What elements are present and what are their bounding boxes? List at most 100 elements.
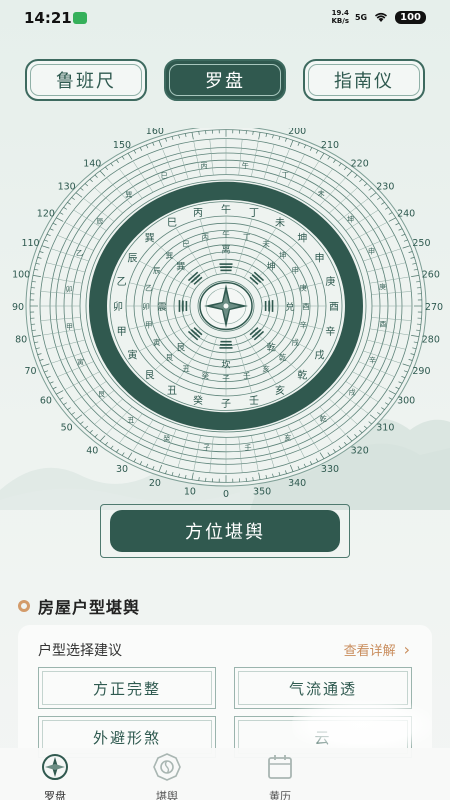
compass-tick [31,281,36,283]
degree-label: 290 [412,366,430,377]
mountain-label: 戌 [315,349,325,362]
middle-mountain-label: 庚 [300,282,308,292]
tool-tabs: 鲁班尺 罗盘 指南仪 [0,56,450,106]
mountain-label: 寅 [127,349,137,362]
middle-mountain-label: 寅 [153,337,161,347]
middle-mountain-label: 戌 [292,337,300,347]
outer-mountain-label: 壬 [244,443,251,452]
card-title: 户型选择建议 [38,643,122,659]
compass-dial[interactable]: 0 10 20 30 40 50 60 70 80 90 100 110 120 130 140 150 160… [0,115,450,500]
compass-tick [416,329,421,331]
degree-label: 40 [86,445,98,456]
trigram-label: 离 [221,243,230,255]
ring-bullet-icon [18,600,30,612]
outer-mountain-label: 卯 [66,285,73,294]
middle-mountain-label: 子 [222,374,230,383]
degree-label: 50 [61,422,73,433]
luopan-compass[interactable]: 0 10 20 30 40 50 60 70 80 90 100 110 120 130 140 150 160… [0,115,450,500]
compass-tick [31,329,36,331]
outer-mountain-label: 丁 [282,171,289,179]
mountain-label: 子 [221,398,231,410]
tab-guide-instrument[interactable]: 指南仪 [303,59,425,101]
trigram-label: 兑 [285,301,294,313]
mountain-label: 丙 [193,208,203,219]
middle-mountain-label: 丙 [202,232,210,241]
middle-mountain-label: 亥 [262,363,270,373]
degree-label: 100 [12,269,30,280]
middle-mountain-label: 卯 [142,302,150,311]
mountain-label: 乙 [117,276,127,288]
floating-overlay [292,700,432,750]
tab-compass[interactable]: 罗盘 [164,59,286,101]
status-time: 14:21 [24,9,72,27]
nav-almanac[interactable]: 黄历 [245,752,315,800]
degree-label: 190 [253,128,271,129]
outer-mountain-label: 乾 [320,414,327,423]
calendar-icon [268,755,292,779]
tab-luban-ruler[interactable]: 鲁班尺 [25,59,147,101]
middle-mountain-label: 壬 [243,371,251,381]
degree-label: 20 [149,478,161,489]
nav-compass[interactable]: 罗盘 [20,752,90,800]
wifi-icon [375,12,388,22]
middle-mountain-label: 辛 [300,320,308,330]
network-speed: 19.4 KB/s [331,9,349,25]
outer-mountain-label: 酉 [379,320,386,328]
middle-mountain-label: 酉 [302,302,310,311]
nav-fengshui[interactable]: 堪舆 [132,752,202,800]
degree-label: 90 [12,302,24,313]
mountain-label: 丁 [249,208,259,219]
trigram-label: 坤 [267,260,276,272]
bagua-icon [153,753,181,781]
outer-mountain-label: 申 [368,246,375,255]
outer-mountain-label: 巽 [125,191,132,199]
degree-label: 130 [58,182,76,193]
trigram-label: 乾 [267,342,276,354]
degree-label: 170 [181,128,199,129]
middle-mountain-label: 未 [262,239,270,249]
direction-fengshui-button-label: 方位堪舆 [110,510,340,552]
view-details-link[interactable]: 查看详解 › [344,640,410,659]
status-indicators: 19.4 KB/s 5G 100 [331,9,426,25]
outer-mountain-label: 甲 [66,323,73,331]
bottom-navigation: 罗盘 堪舆 黄历 [0,748,450,800]
battery-indicator: 100 [395,10,426,24]
outer-mountain-label: 午 [242,161,249,170]
outer-mountain-label: 癸 [163,434,170,443]
middle-mountain-label: 巳 [182,240,190,249]
option-square-complete[interactable]: 方正完整 [38,667,216,709]
outer-mountain-label: 丑 [127,417,134,425]
outer-mountain-label: 亥 [284,433,291,442]
mountain-label: 辛 [325,325,335,338]
middle-mountain-label: 辰 [153,266,161,275]
degree-label: 160 [146,128,164,137]
middle-mountain-label: 午 [222,229,230,239]
trigram-label: 坎 [221,359,230,371]
mountain-label: 酉 [329,302,339,313]
trigram-label: 巽 [176,261,185,272]
outer-mountain-label: 坤 [347,214,354,223]
middle-mountain-label: 乙 [145,283,153,292]
degree-label: 240 [397,208,415,219]
degree-label: 330 [321,464,339,475]
direction-fengshui-button[interactable]: 方位堪舆 [100,504,350,558]
degree-label: 260 [422,269,440,280]
outer-mountain-label: 巳 [161,172,168,180]
middle-mountain-label: 坤 [279,250,287,260]
degree-label: 230 [376,182,394,193]
middle-mountain-label: 丑 [182,364,190,373]
outer-mountain-label: 乙 [76,250,83,258]
degree-label: 0 [223,489,229,498]
signal-indicator: 5G [354,12,368,22]
degree-label: 80 [15,335,27,346]
app-notification-icon [73,12,87,24]
mountain-label: 申 [315,251,325,264]
mountain-label: 卯 [113,301,123,313]
mountain-label: 丑 [167,386,177,397]
mountain-label: 甲 [117,327,127,338]
mountain-label: 艮 [145,370,155,382]
compass-icon [42,754,68,780]
degree-label: 150 [113,140,131,151]
trigram-label: 震 [157,302,166,313]
middle-mountain-label: 丁 [243,232,251,241]
